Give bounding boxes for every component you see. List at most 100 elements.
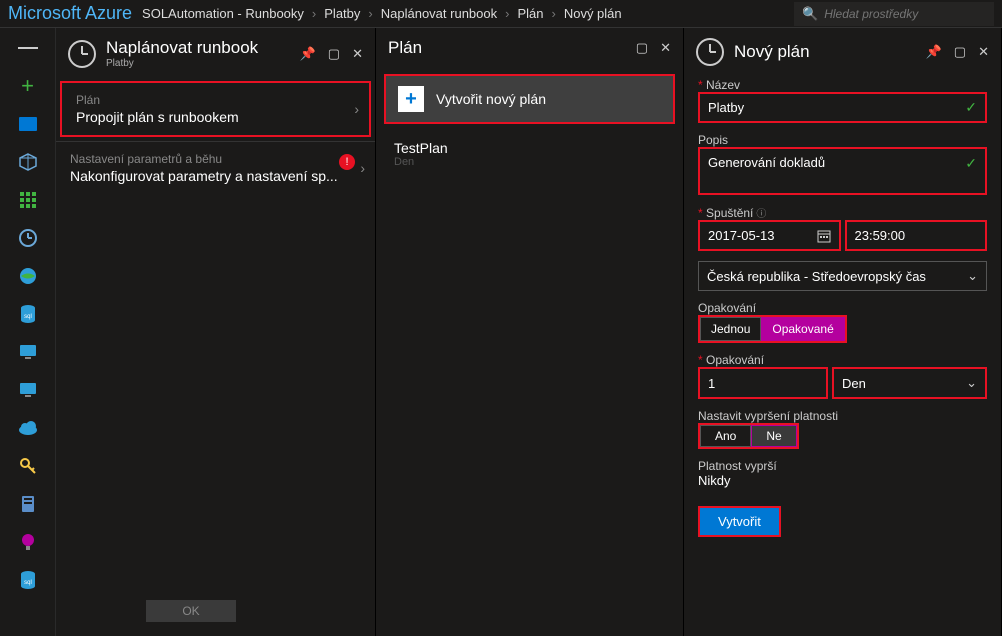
cloud-icon[interactable] [18, 418, 38, 438]
chevron-right-icon: › [551, 6, 555, 21]
expiry-set-label: Nastavit vypršení platnosti [698, 409, 987, 423]
svg-text:sql: sql [24, 580, 32, 586]
close-icon[interactable]: ✕ [660, 40, 671, 56]
monitor1-icon[interactable] [18, 342, 38, 362]
name-input[interactable] [700, 94, 957, 121]
maximize-icon[interactable]: ▢ [954, 44, 966, 60]
plus-icon: + [398, 86, 424, 112]
link-plan-text: Propojit plán s runbookem [76, 109, 355, 125]
expires-label: Platnost vyprší [698, 459, 987, 473]
recurrence-label: Opakování [698, 301, 987, 315]
blade-new-plan: Nový plán 📌 ▢ ✕ Název ✓ Popis Generování… [684, 28, 1002, 636]
info-icon: ⓘ [756, 209, 766, 220]
monitor2-icon[interactable] [18, 380, 38, 400]
create-button[interactable]: Vytvořit [698, 506, 781, 537]
close-icon[interactable]: ✕ [978, 44, 989, 60]
clock-nav-icon[interactable] [18, 228, 38, 248]
blade1-title: Naplánovat runbook [106, 38, 258, 58]
left-nav: + sql sql [0, 28, 56, 636]
params-text: Nakonfigurovat parametry a nastavení sp.… [70, 168, 361, 184]
crumb-3[interactable]: Plán [517, 6, 543, 21]
schedule-name: TestPlan [394, 140, 665, 156]
breadcrumb: SOLAutomation - Runbooky › Platby › Napl… [142, 6, 622, 21]
time-field-wrap [845, 220, 988, 251]
crumb-4[interactable]: Nový plán [564, 6, 622, 21]
maximize-icon[interactable]: ▢ [636, 40, 648, 56]
interval-input[interactable] [700, 370, 826, 397]
time-input[interactable] [847, 222, 986, 249]
expiry-no-option[interactable]: Ne [751, 425, 796, 447]
params-item[interactable]: Nastavení parametrů a běhu Nakonfigurova… [56, 141, 375, 194]
bulb-icon[interactable] [18, 532, 38, 552]
desc-field-wrap: Generování dokladů ✓ [698, 147, 987, 195]
expires-value: Nikdy [698, 473, 987, 488]
hamburger-icon[interactable] [18, 38, 38, 58]
clock-icon [696, 38, 724, 66]
create-new-plan-label: Vytvořit nový plán [436, 91, 546, 107]
new-resource-icon[interactable]: + [18, 76, 38, 96]
blade3-title: Nový plán [734, 42, 810, 62]
unit-value: Den [842, 376, 866, 391]
chevron-down-icon: ⌄ [966, 375, 977, 391]
link-plan-item[interactable]: Plán Propojit plán s runbookem › [60, 81, 371, 137]
maximize-icon[interactable]: ▢ [328, 46, 340, 62]
chevron-right-icon: › [354, 101, 359, 117]
expiry-yes-option[interactable]: Ano [700, 425, 751, 447]
pin-icon[interactable]: 📌 [300, 46, 316, 62]
pin-icon[interactable]: 📌 [926, 44, 942, 60]
svg-text:sql: sql [24, 314, 32, 320]
chevron-right-icon: › [368, 6, 372, 21]
ok-button[interactable]: OK [146, 600, 236, 622]
dashboard-icon[interactable] [18, 114, 38, 134]
chevron-down-icon: ⌄ [967, 268, 978, 284]
link-plan-label: Plán [76, 93, 355, 107]
timezone-select[interactable]: Česká republika - Středoevropský čas ⌄ [698, 261, 987, 291]
key-icon[interactable] [18, 456, 38, 476]
interval-field-wrap [698, 367, 828, 399]
crumb-2[interactable]: Naplánovat runbook [381, 6, 497, 21]
blade-schedule-runbook: Naplánovat runbook Platby 📌 ▢ ✕ Plán Pro… [56, 28, 376, 636]
schedule-sub: Den [394, 156, 665, 168]
chevron-right-icon: › [505, 6, 509, 21]
name-field-wrap: ✓ [698, 92, 987, 123]
search-icon: 🔍 [802, 6, 818, 22]
close-icon[interactable]: ✕ [352, 46, 363, 62]
blade1-subtitle: Platby [106, 58, 258, 69]
date-input[interactable] [700, 222, 809, 249]
crumb-1[interactable]: Platby [324, 6, 360, 21]
timezone-value: Česká republika - Středoevropský čas [707, 269, 926, 284]
clock-icon [68, 40, 96, 68]
check-icon: ✓ [957, 149, 985, 172]
check-icon: ✓ [957, 99, 985, 116]
sql-db-icon[interactable]: sql [18, 304, 38, 324]
search-box[interactable]: 🔍 [794, 2, 994, 26]
chevron-right-icon: › [312, 6, 316, 21]
crumb-0[interactable]: SOLAutomation - Runbooky [142, 6, 304, 21]
unit-select[interactable]: Den ⌄ [832, 367, 987, 399]
cube-icon[interactable] [18, 152, 38, 172]
blade-plan: Plán ▢ ✕ + Vytvořit nový plán TestPlan D… [376, 28, 684, 636]
recur-repeat-option[interactable]: Opakované [761, 317, 844, 341]
chevron-right-icon: › [360, 160, 365, 176]
recur-once-option[interactable]: Jednou [700, 317, 761, 341]
start-label: Spuštěníⓘ [698, 205, 987, 220]
params-label: Nastavení parametrů a běhu [70, 152, 361, 166]
grid-icon[interactable] [18, 190, 38, 210]
calendar-icon[interactable] [809, 229, 839, 243]
desc-label: Popis [698, 133, 987, 147]
globe-icon[interactable] [18, 266, 38, 286]
search-input[interactable] [824, 7, 986, 21]
date-field-wrap [698, 220, 841, 251]
brand-logo: Microsoft Azure [8, 3, 132, 24]
schedule-row[interactable]: TestPlan Den [376, 132, 683, 176]
alert-icon: ! [339, 154, 355, 170]
expiry-toggle: Ano Ne [698, 423, 799, 449]
blade2-title: Plán [388, 38, 422, 58]
create-new-plan-button[interactable]: + Vytvořit nový plán [384, 74, 675, 124]
recurrence-toggle: Jednou Opakované [698, 315, 847, 343]
desc-input[interactable]: Generování dokladů [700, 149, 957, 193]
top-bar: Microsoft Azure SOLAutomation - Runbooky… [0, 0, 1002, 28]
recurrence2-label: Opakování [698, 353, 987, 367]
server-icon[interactable] [18, 494, 38, 514]
sql-db2-icon[interactable]: sql [18, 570, 38, 590]
